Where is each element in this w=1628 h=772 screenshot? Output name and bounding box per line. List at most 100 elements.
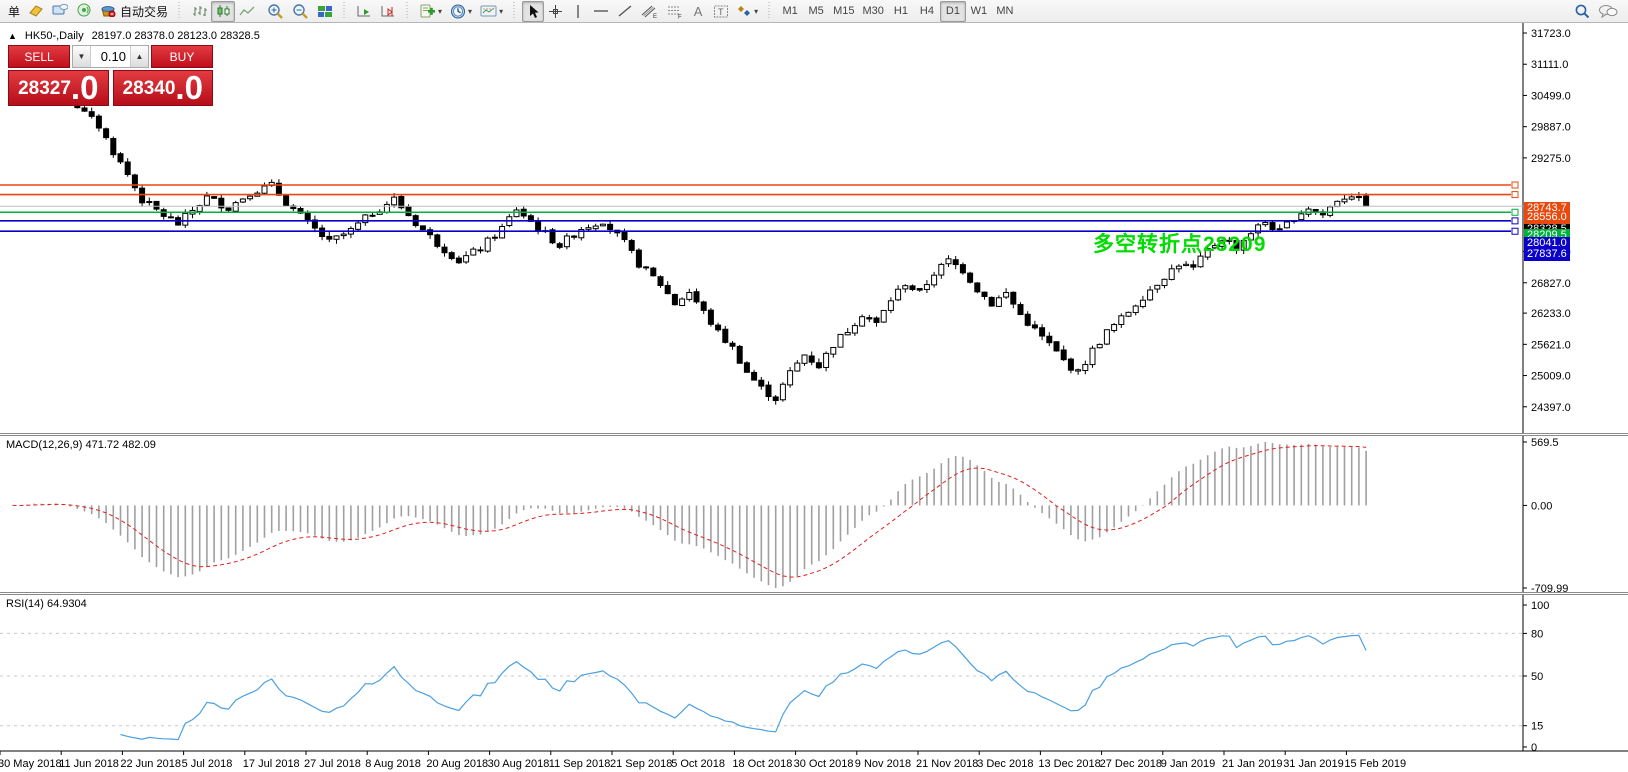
candle-body	[154, 201, 159, 209]
bar-chart-button[interactable]	[187, 1, 211, 22]
candle-body	[644, 267, 649, 268]
rsi-line	[121, 635, 1367, 739]
support-resistance-line-handle	[1512, 218, 1518, 224]
terminal-icon	[52, 3, 68, 20]
date-label: 20 Aug 2018	[426, 758, 488, 770]
candle-body	[1004, 293, 1009, 298]
autotrade-button[interactable]: 自动交易	[96, 1, 172, 22]
chart-annotation-text[interactable]: 多空转折点28209	[1093, 228, 1266, 258]
candle-body	[780, 384, 785, 400]
price-tick-label: 31723.0	[1531, 28, 1571, 40]
volume-increase-button[interactable]: ▲	[131, 46, 148, 67]
tf-d1-button[interactable]: D1	[940, 1, 966, 22]
hline-tool-button[interactable]	[589, 1, 613, 22]
terminal-button[interactable]	[48, 1, 72, 22]
candle-body	[341, 234, 346, 235]
chart-shift-button[interactable]	[376, 1, 400, 22]
candle-body	[1191, 265, 1196, 267]
tf-m5-button[interactable]: M5	[803, 1, 829, 22]
candle-body	[860, 317, 865, 326]
timeframe-group: M1 M5 M15 M30 H1 H4 D1 W1 MN	[775, 0, 1020, 23]
sell-button[interactable]: SELL	[8, 45, 70, 68]
price-tick-label: 30499.0	[1531, 90, 1571, 102]
candle-body	[708, 310, 713, 324]
auto-scroll-button[interactable]	[352, 1, 376, 22]
arrows-icon	[737, 4, 752, 18]
history-center-button[interactable]	[24, 1, 48, 22]
candle-body	[168, 217, 173, 218]
candle-body	[1104, 330, 1109, 344]
candle-body	[82, 108, 87, 111]
crosshair-tool-button[interactable]	[544, 1, 567, 22]
price-chart-canvas[interactable]: 31723.031111.030499.029887.029275.027439…	[0, 23, 1628, 772]
candle-body	[1068, 359, 1073, 370]
candle-body	[1284, 222, 1289, 228]
trendline-tool-button[interactable]	[613, 1, 637, 22]
collapse-panel-icon[interactable]: ▲	[8, 31, 17, 41]
buy-button[interactable]: BUY	[151, 45, 213, 68]
candle-chart-button[interactable]	[211, 1, 235, 22]
volume-decrease-button[interactable]: ▼	[73, 46, 90, 67]
date-label: 13 Dec 2018	[1038, 758, 1100, 770]
channel-tool-button[interactable]: E	[637, 1, 662, 22]
toolbar-separator	[342, 2, 347, 20]
candle-body	[680, 299, 685, 305]
support-resistance-line-handle	[1512, 209, 1518, 215]
candle-body	[226, 208, 231, 210]
candle-body	[608, 224, 613, 229]
zoom-out-button[interactable]	[288, 1, 313, 22]
candle-body	[1054, 342, 1059, 351]
tf-h4-button[interactable]: H4	[914, 1, 940, 22]
periods-button[interactable]: ▾	[446, 1, 476, 22]
signals-button[interactable]	[72, 1, 96, 22]
tf-w1-button[interactable]: W1	[966, 1, 992, 22]
text-label-icon: T	[713, 4, 729, 19]
tf-mn-button[interactable]: MN	[992, 1, 1018, 22]
zoom-in-icon	[267, 4, 284, 19]
line-chart-button[interactable]	[235, 1, 259, 22]
chart-window[interactable]: 31723.031111.030499.029887.029275.027439…	[0, 23, 1628, 772]
date-label: 9 Nov 2018	[855, 758, 911, 770]
tf-m30-button[interactable]: M30	[859, 1, 888, 22]
vline-tool-button[interactable]	[567, 1, 589, 22]
tf-m1-button[interactable]: M1	[777, 1, 803, 22]
svg-text:E: E	[653, 14, 657, 19]
vline-icon	[572, 4, 584, 19]
sell-price-button[interactable]: 28327 .0	[8, 70, 109, 106]
tile-windows-button[interactable]	[313, 1, 337, 22]
candle-body	[622, 232, 627, 239]
candle-body	[262, 186, 267, 193]
zoom-in-button[interactable]	[263, 1, 288, 22]
price-tick-label: 25009.0	[1531, 371, 1571, 383]
rsi-pane-resizer[interactable]	[0, 592, 1628, 595]
candle-body	[874, 318, 879, 322]
new-order-button[interactable]: 单	[2, 1, 24, 22]
chat-button[interactable]	[1594, 1, 1622, 22]
text-label-tool-button[interactable]: T	[709, 1, 733, 22]
buy-price-button[interactable]: 28340 .0	[113, 70, 214, 106]
text-tool-button[interactable]: A	[687, 1, 709, 22]
templates-button[interactable]: ▾	[476, 1, 507, 22]
search-button[interactable]	[1570, 1, 1594, 22]
tf-h1-button[interactable]: H1	[888, 1, 914, 22]
candle-body	[1162, 279, 1167, 285]
candle-body	[89, 112, 94, 117]
clock-icon	[450, 4, 466, 19]
macd-pane-resizer[interactable]	[0, 433, 1628, 436]
candle-body	[968, 273, 973, 282]
candle-body	[1364, 196, 1369, 206]
tf-m15-button[interactable]: M15	[829, 1, 858, 22]
candle-body	[471, 249, 476, 255]
candle-body	[536, 222, 541, 231]
indicators-button[interactable]: ▾	[415, 1, 446, 22]
chevron-down-icon: ▾	[754, 7, 758, 16]
date-label: 3 Dec 2018	[977, 758, 1033, 770]
arrows-tool-button[interactable]: ▾	[733, 1, 762, 22]
candle-body	[327, 236, 332, 239]
equidistant-channel-icon: E	[641, 4, 658, 19]
cursor-tool-button[interactable]	[522, 1, 544, 22]
fibonacci-tool-button[interactable]: F	[662, 1, 687, 22]
rsi-tick-label: 15	[1531, 721, 1543, 733]
volume-input[interactable]	[90, 46, 131, 67]
candle-body	[406, 207, 411, 216]
